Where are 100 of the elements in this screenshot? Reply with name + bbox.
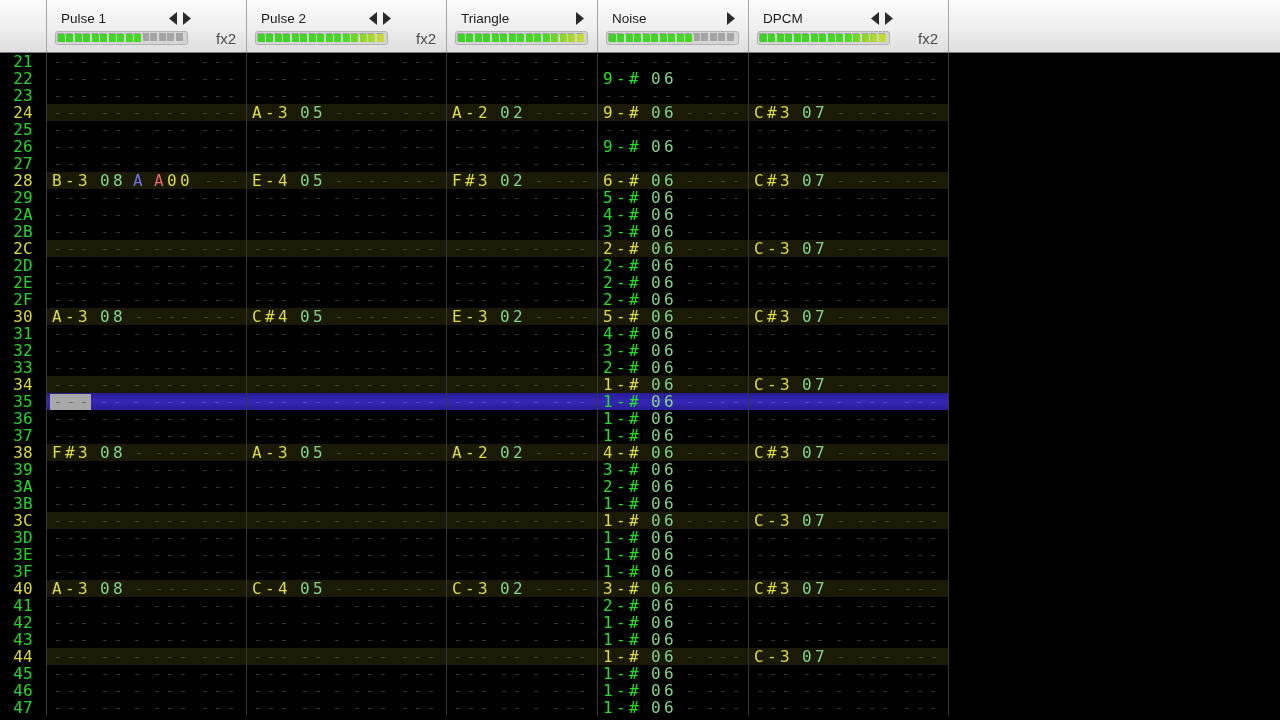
note-value: C-3 <box>754 512 793 529</box>
note-value: C#3 <box>754 308 793 325</box>
row-number: 21 <box>0 53 47 70</box>
instrument-number: 07 <box>802 512 828 529</box>
row-number: 25 <box>0 121 47 138</box>
right-arrow-icon[interactable] <box>727 11 735 25</box>
instrument-number: 06 <box>651 189 677 206</box>
left-arrow-icon[interactable] <box>369 11 377 25</box>
row-number: 41 <box>0 597 47 614</box>
instrument-number: 06 <box>651 240 677 257</box>
note-value: 1-# <box>603 648 642 665</box>
instrument-number: 07 <box>802 648 828 665</box>
row-number: 32 <box>0 342 47 359</box>
instrument-number: 06 <box>651 291 677 308</box>
left-arrow-icon[interactable] <box>169 11 177 25</box>
instrument-number: 07 <box>802 580 828 597</box>
row-number: 2E <box>0 274 47 291</box>
row-number: 3F <box>0 563 47 580</box>
note-value: 4-# <box>603 444 642 461</box>
row-number: 46 <box>0 682 47 699</box>
instrument-number: 06 <box>651 274 677 291</box>
note-value: 1-# <box>603 699 642 716</box>
row-number: 31 <box>0 325 47 342</box>
effect-columns-label: fx2 <box>918 30 938 47</box>
note-value: 1-# <box>603 410 642 427</box>
note-value: 1-# <box>603 512 642 529</box>
row-number: 3A <box>0 478 47 495</box>
instrument-number: 05 <box>300 172 326 189</box>
note-value: 1-# <box>603 665 642 682</box>
note-value: 1-# <box>603 563 642 580</box>
instrument-number: 05 <box>300 580 326 597</box>
note-value: 1-# <box>603 393 642 410</box>
row-number: 23 <box>0 87 47 104</box>
right-arrow-icon[interactable] <box>383 11 391 25</box>
note-value: 4-# <box>603 325 642 342</box>
row-number: 27 <box>0 155 47 172</box>
row-number: 2F <box>0 291 47 308</box>
right-arrow-icon[interactable] <box>576 11 584 25</box>
instrument-number: 08 <box>100 172 126 189</box>
instrument-number: 06 <box>651 631 677 648</box>
instrument-number: 08 <box>100 580 126 597</box>
instrument-number: 07 <box>802 444 828 461</box>
note-value: 1-# <box>603 631 642 648</box>
note-value: 2-# <box>603 240 642 257</box>
instrument-number: 06 <box>651 70 677 87</box>
instrument-number: 06 <box>651 648 677 665</box>
instrument-number: 06 <box>651 308 677 325</box>
note-value: E-3 <box>452 308 491 325</box>
note-value: A-3 <box>52 308 91 325</box>
note-value: F#3 <box>52 444 91 461</box>
note-value: C-3 <box>754 240 793 257</box>
instrument-number: 07 <box>802 376 828 393</box>
note-value: C-3 <box>754 376 793 393</box>
right-arrow-icon[interactable] <box>885 11 893 25</box>
note-value: 5-# <box>603 189 642 206</box>
instrument-number: 07 <box>802 308 828 325</box>
note-value: C#3 <box>754 580 793 597</box>
note-value: 4-# <box>603 206 642 223</box>
instrument-number: 06 <box>651 529 677 546</box>
note-value: 2-# <box>603 478 642 495</box>
note-value: 1-# <box>603 427 642 444</box>
row-number: 42 <box>0 614 47 631</box>
row-number: 2D <box>0 257 47 274</box>
note-value: 9-# <box>603 138 642 155</box>
note-value: 2-# <box>603 257 642 274</box>
note-value: 1-# <box>603 495 642 512</box>
channel-name: DPCM <box>763 10 803 26</box>
note-value: 2-# <box>603 274 642 291</box>
instrument-number: 08 <box>100 444 126 461</box>
instrument-number: 06 <box>651 563 677 580</box>
instrument-number: 06 <box>651 342 677 359</box>
channel-name: Noise <box>612 10 647 26</box>
row-number: 43 <box>0 631 47 648</box>
left-arrow-icon[interactable] <box>871 11 879 25</box>
right-arrow-icon[interactable] <box>183 11 191 25</box>
note-value: C#3 <box>754 172 793 189</box>
row-number: 3D <box>0 529 47 546</box>
instrument-number: 06 <box>651 223 677 240</box>
note-value: 3-# <box>603 580 642 597</box>
note-value: A-3 <box>52 580 91 597</box>
instrument-number: 06 <box>651 665 677 682</box>
instrument-number: 06 <box>651 206 677 223</box>
note-value: C#3 <box>754 444 793 461</box>
note-value: 1-# <box>603 529 642 546</box>
row-number: 36 <box>0 410 47 427</box>
note-value: 3-# <box>603 342 642 359</box>
instrument-number: 06 <box>651 325 677 342</box>
note-value: 2-# <box>603 597 642 614</box>
instrument-number: 05 <box>300 104 326 121</box>
note-value: B-3 <box>52 172 91 189</box>
effect-columns-label: fx2 <box>416 30 436 47</box>
note-value: 6-# <box>603 172 642 189</box>
instrument-number: 07 <box>802 104 828 121</box>
instrument-number: 08 <box>100 308 126 325</box>
note-value: 1-# <box>603 682 642 699</box>
instrument-number: 06 <box>651 172 677 189</box>
instrument-number: 06 <box>651 461 677 478</box>
note-value: C-3 <box>452 580 491 597</box>
instrument-number: 02 <box>500 444 526 461</box>
instrument-number: 06 <box>651 614 677 631</box>
